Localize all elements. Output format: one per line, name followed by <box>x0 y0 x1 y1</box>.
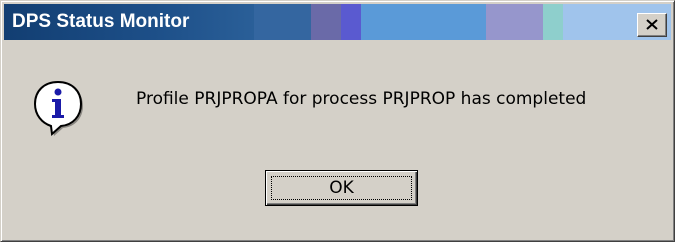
ok-button[interactable]: OK <box>265 170 418 206</box>
title-bar-segment <box>486 4 543 40</box>
close-button[interactable] <box>637 13 667 37</box>
ok-button-label: OK <box>329 178 354 198</box>
title-bar[interactable]: DPS Status Monitor <box>4 4 671 40</box>
title-bar-segment <box>311 4 341 40</box>
close-icon <box>646 19 658 30</box>
information-icon <box>33 80 83 137</box>
window-title: DPS Status Monitor <box>12 11 190 32</box>
dialog-window: DPS Status Monitor Profile PRJPROPA for … <box>0 0 675 242</box>
title-bar-segment <box>361 4 486 40</box>
title-bar-segment <box>254 4 311 40</box>
message-text: Profile PRJPROPA for process PRJPROP has… <box>136 89 587 109</box>
title-bar-segment <box>543 4 563 40</box>
title-bar-segment <box>341 4 361 40</box>
